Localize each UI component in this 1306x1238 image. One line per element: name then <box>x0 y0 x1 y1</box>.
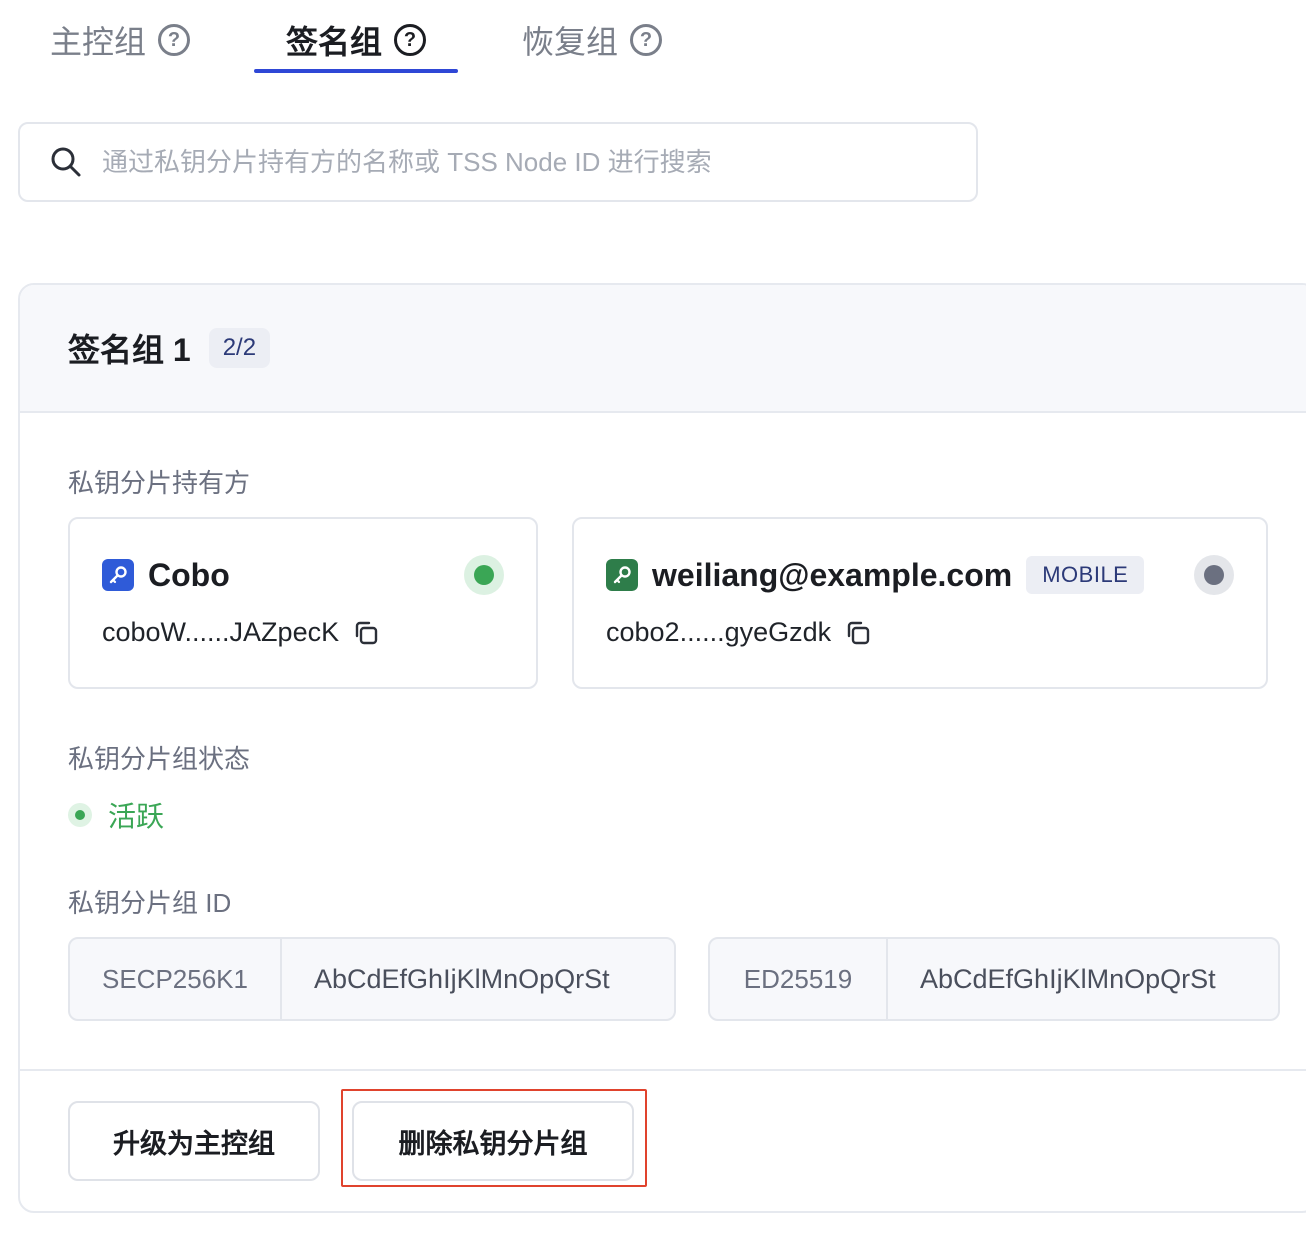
upgrade-to-main-button[interactable]: 升级为主控组 <box>68 1101 320 1181</box>
tab-signing[interactable]: 签名组 ? <box>286 16 427 64</box>
group-state: 活跃 <box>68 795 164 835</box>
search-icon <box>51 147 81 177</box>
delete-key-share-group-button[interactable]: 删除私钥分片组 <box>352 1101 634 1181</box>
state-value: 活跃 <box>108 801 165 832</box>
holder-card: Cobo coboW......JAZpecK <box>68 517 538 689</box>
offline-status-indicator <box>1194 555 1234 595</box>
help-icon[interactable]: ? <box>158 24 191 56</box>
algorithm-label: SECP256K1 <box>70 939 282 1019</box>
card-header: 签名组 1 2/2 <box>20 285 1306 413</box>
id-label: 私钥分片组 ID <box>68 888 232 918</box>
holders-label: 私钥分片持有方 <box>68 468 251 498</box>
help-icon[interactable]: ? <box>394 24 427 56</box>
group-id-value: AbCdEfGhIjKlMnOpQrSt <box>314 963 610 994</box>
help-icon[interactable]: ? <box>630 24 663 56</box>
active-dot-icon <box>68 803 92 827</box>
online-status-indicator <box>464 555 504 595</box>
tab-label: 恢复组 <box>522 24 619 60</box>
tab-label: 签名组 <box>286 24 383 60</box>
copy-icon[interactable] <box>843 618 873 648</box>
active-tab-indicator <box>254 69 458 73</box>
group-id-secp256k1: SECP256K1 AbCdEfGhIjKlMnOpQrSt <box>68 937 676 1021</box>
tab-label: 主控组 <box>50 24 147 60</box>
device-type-tag: MOBILE <box>1026 556 1145 594</box>
tab-main-control[interactable]: 主控组 ? <box>50 16 191 64</box>
node-id: coboW......JAZpecK <box>102 617 340 647</box>
node-id: cobo2......gyeGzdk <box>606 617 832 647</box>
member-count-badge: 2/2 <box>208 328 271 368</box>
state-label: 私钥分片组状态 <box>68 744 251 774</box>
holder-name: Cobo <box>148 556 230 593</box>
key-icon <box>102 559 134 591</box>
tab-recovery[interactable]: 恢复组 ? <box>522 16 663 64</box>
holder-card: weiliang@example.com MOBILE cobo2......g… <box>572 517 1268 689</box>
group-id-value: AbCdEfGhIjKlMnOpQrSt <box>920 963 1216 994</box>
search-box[interactable] <box>18 122 978 202</box>
key-icon <box>606 559 638 591</box>
algorithm-label: ED25519 <box>710 939 888 1019</box>
divider <box>20 1069 1306 1071</box>
group-id-ed25519: ED25519 AbCdEfGhIjKlMnOpQrSt <box>708 937 1280 1021</box>
holder-name: weiliang@example.com <box>652 556 1013 593</box>
search-input[interactable] <box>102 146 922 178</box>
signing-group-card: 签名组 1 2/2 私钥分片持有方 Cobo coboW......JAZpec… <box>18 283 1306 1213</box>
copy-icon[interactable] <box>351 618 381 648</box>
group-title: 签名组 1 <box>68 332 191 368</box>
